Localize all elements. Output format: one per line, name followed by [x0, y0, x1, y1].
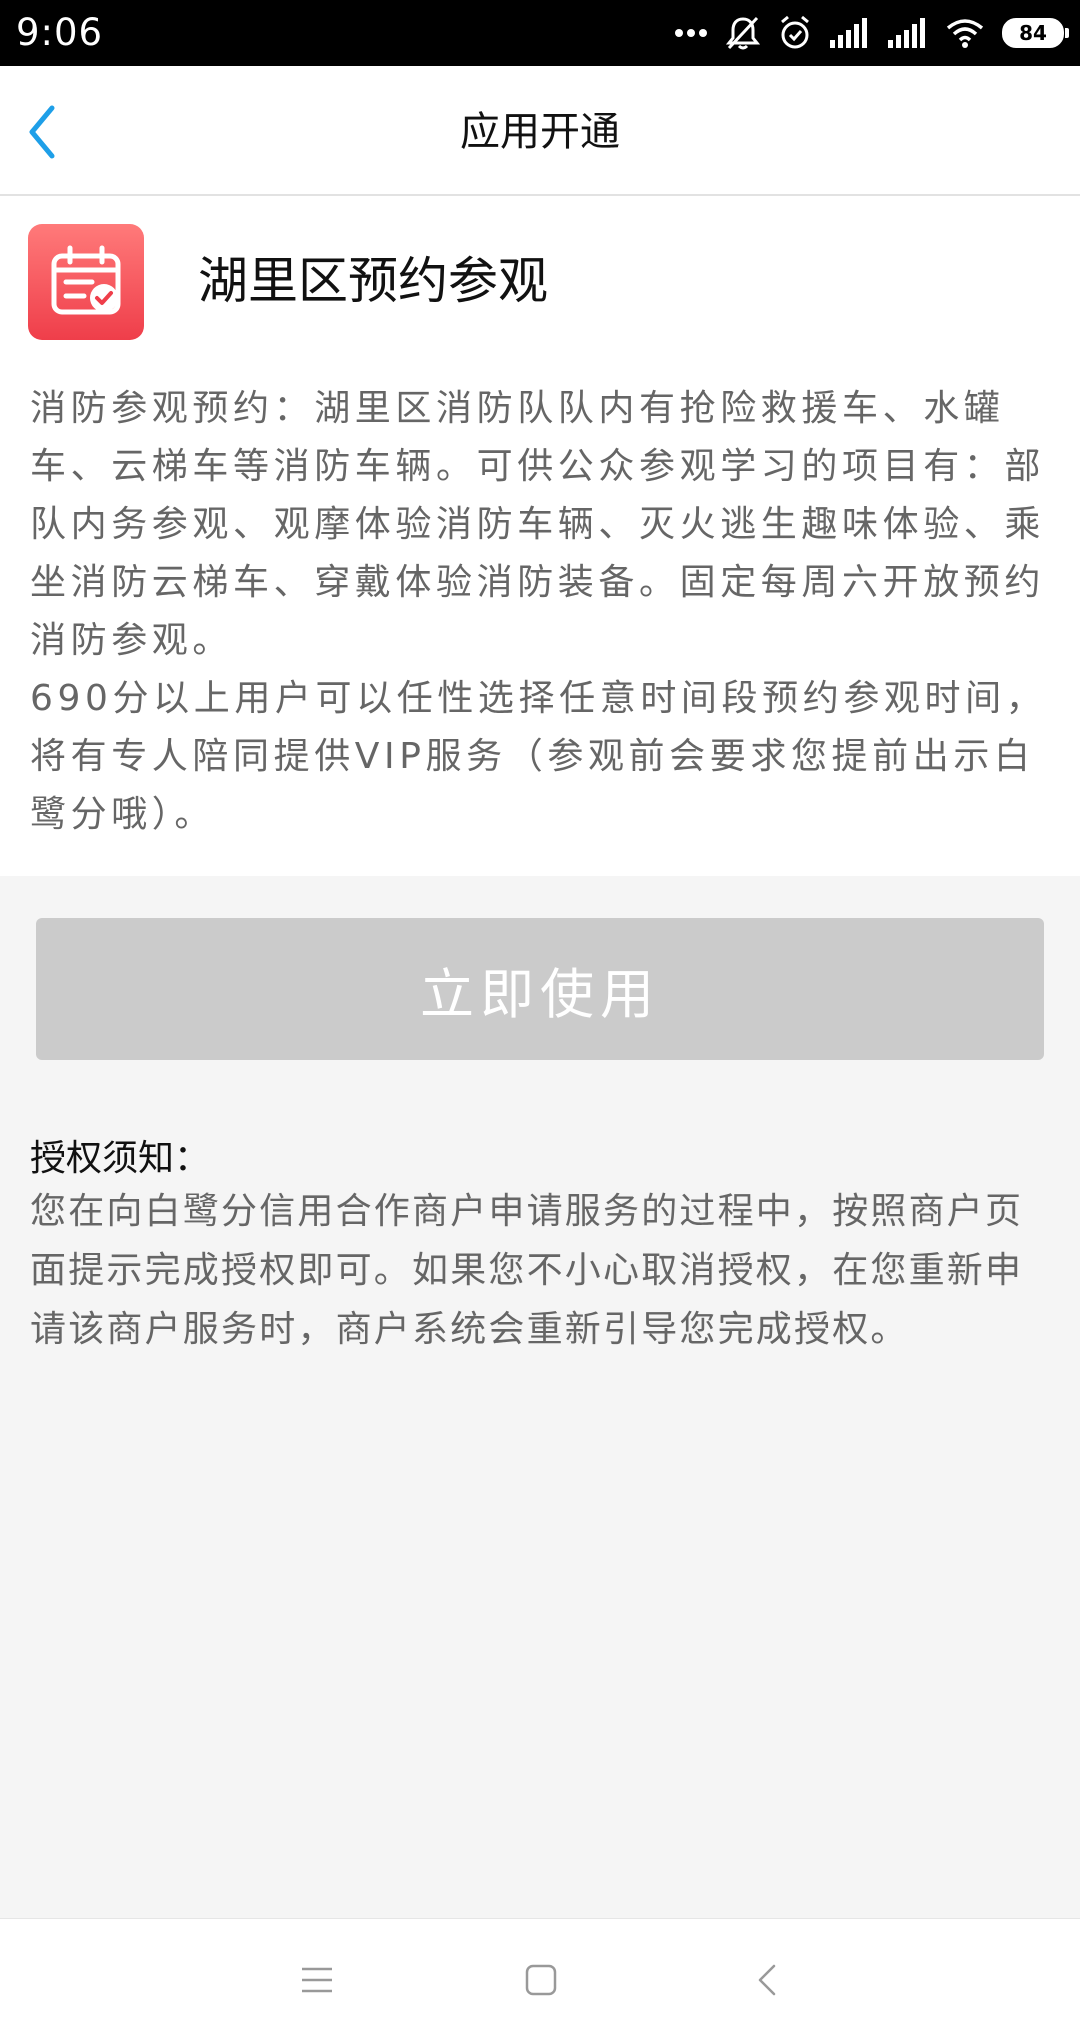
- use-now-button[interactable]: 立即使用: [36, 918, 1044, 1060]
- notice-title: 授权须知：: [30, 1138, 211, 1179]
- page-title: 应用开通: [460, 109, 620, 155]
- app-description: 消防参观预约：湖里区消防队队内有抢险救援车、水罐车、云梯车等消防车辆。可供公众参…: [30, 380, 1054, 844]
- signal-icon: [830, 18, 870, 48]
- more-dots-icon: [674, 28, 708, 38]
- battery-icon: 84: [1002, 18, 1069, 48]
- home-square-icon[interactable]: [516, 1955, 566, 2005]
- system-nav-bar: [0, 1918, 1080, 2041]
- signal-icon: [888, 18, 928, 48]
- back-chevron-icon[interactable]: [742, 1955, 792, 2005]
- nav-bar: 应用开通: [0, 66, 1080, 196]
- status-time: 9:06: [16, 11, 104, 54]
- alarm-icon: [778, 15, 812, 51]
- mute-icon: [726, 15, 760, 51]
- description-paragraph: 消防参观预约：湖里区消防队队内有抢险救援车、水罐车、云梯车等消防车辆。可供公众参…: [30, 388, 1046, 661]
- wifi-icon: [946, 18, 984, 48]
- calendar-check-icon: [28, 224, 144, 340]
- menu-icon[interactable]: [292, 1955, 342, 2005]
- status-icons: 84: [656, 12, 1069, 54]
- app-card: 湖里区预约参观 消防参观预约：湖里区消防队队内有抢险救援车、水罐车、云梯车等消防…: [0, 196, 1080, 876]
- notice-body: 您在向白鹭分信用合作商户申请服务的过程中，按照商户页面提示完成授权即可。如果您不…: [30, 1191, 1024, 1350]
- description-paragraph: 690分以上用户可以任性选择任意时间段预约参观时间，将有专人陪同提供VIP服务（…: [30, 678, 1047, 835]
- status-bar: 9:06 84: [0, 0, 1080, 66]
- app-name: 湖里区预约参观: [198, 252, 548, 310]
